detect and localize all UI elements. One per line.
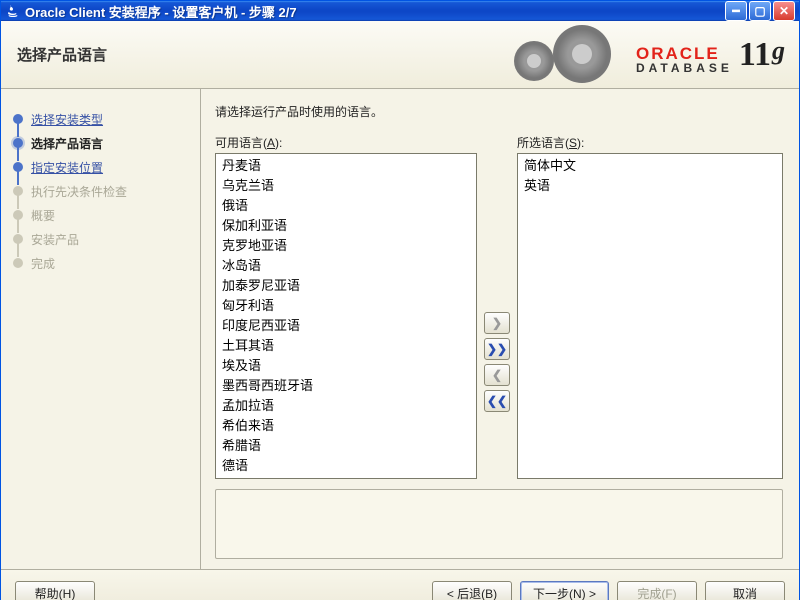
list-item[interactable]: 英语 <box>520 176 780 196</box>
selected-languages-column: 所选语言(S): 简体中文英语 <box>517 134 783 479</box>
footer: 帮助(H) < 后退(B) 下一步(N) > 完成(F) 取消 <box>1 569 799 600</box>
step-label[interactable]: 选择安装类型 <box>31 111 103 128</box>
list-item[interactable]: 土耳其语 <box>218 336 474 356</box>
oracle-brand: ORACLE DATABASE 11g <box>636 36 785 74</box>
back-button[interactable]: < 后退(B) <box>432 581 512 600</box>
help-button[interactable]: 帮助(H) <box>15 581 95 600</box>
header-branding: ORACLE DATABASE 11g <box>508 21 799 89</box>
main-panel: 请选择运行产品时使用的语言。 可用语言(A): 丹麦语乌克兰语俄语保加利亚语克罗… <box>201 89 799 569</box>
step-5: 安装产品 <box>9 227 190 251</box>
list-item[interactable]: 简体中文 <box>520 156 780 176</box>
remove-button[interactable]: ❮ <box>484 364 510 386</box>
list-item[interactable]: 丹麦语 <box>218 156 474 176</box>
list-item[interactable]: 俄语 <box>218 196 474 216</box>
minimize-button[interactable]: ━ <box>725 1 747 21</box>
list-item[interactable]: 德语 <box>218 456 474 476</box>
list-item[interactable]: 希腊语 <box>218 436 474 456</box>
step-label: 安装产品 <box>31 231 79 248</box>
page-title: 选择产品语言 <box>17 44 107 65</box>
transfer-buttons: ❯ ❯❯ ❮ ❮❮ <box>477 134 517 479</box>
maximize-button[interactable]: ▢ <box>749 1 771 21</box>
available-languages-label: 可用语言(A): <box>215 134 477 151</box>
wizard-sidebar: 选择安装类型选择产品语言指定安装位置执行先决条件检查概要安装产品完成 <box>1 89 201 569</box>
step-label: 执行先决条件检查 <box>31 183 127 200</box>
window-buttons: ━ ▢ ✕ <box>725 1 795 21</box>
list-item[interactable]: 印度尼西亚语 <box>218 316 474 336</box>
gears-graphic <box>508 21 628 89</box>
instruction-text: 请选择运行产品时使用的语言。 <box>215 103 783 120</box>
java-icon <box>5 3 21 19</box>
list-item[interactable]: 克罗地亚语 <box>218 236 474 256</box>
installer-window: Oracle Client 安装程序 - 设置客户机 - 步骤 2/7 ━ ▢ … <box>0 0 800 600</box>
list-item[interactable]: 希伯来语 <box>218 416 474 436</box>
step-3: 执行先决条件检查 <box>9 179 190 203</box>
brand-version: 11g <box>739 36 785 74</box>
add-button[interactable]: ❯ <box>484 312 510 334</box>
finish-button[interactable]: 完成(F) <box>617 581 697 600</box>
step-label: 概要 <box>31 207 55 224</box>
client-area: 选择产品语言 ORACLE DATABASE 11g 选择安装类 <box>1 21 799 600</box>
message-area <box>215 489 783 559</box>
brand-database-text: DATABASE <box>636 62 733 74</box>
step-1: 选择产品语言 <box>9 131 190 155</box>
available-languages-listbox[interactable]: 丹麦语乌克兰语俄语保加利亚语克罗地亚语冰岛语加泰罗尼亚语匈牙利语印度尼西亚语土耳… <box>215 153 477 479</box>
step-label[interactable]: 指定安装位置 <box>31 159 103 176</box>
list-item[interactable]: 冰岛语 <box>218 256 474 276</box>
page-header: 选择产品语言 ORACLE DATABASE 11g <box>1 21 799 89</box>
list-item[interactable]: 埃及语 <box>218 356 474 376</box>
available-languages-column: 可用语言(A): 丹麦语乌克兰语俄语保加利亚语克罗地亚语冰岛语加泰罗尼亚语匈牙利… <box>215 134 477 479</box>
step-dot-icon <box>13 258 23 268</box>
brand-oracle-text: ORACLE <box>636 45 733 62</box>
step-label: 选择产品语言 <box>31 135 103 152</box>
cancel-button[interactable]: 取消 <box>705 581 785 600</box>
remove-all-button[interactable]: ❮❮ <box>484 390 510 412</box>
list-item[interactable]: 乌克兰语 <box>218 176 474 196</box>
add-all-button[interactable]: ❯❯ <box>484 338 510 360</box>
window-title: Oracle Client 安装程序 - 设置客户机 - 步骤 2/7 <box>25 2 725 21</box>
list-item[interactable]: 保加利亚语 <box>218 216 474 236</box>
selected-languages-label: 所选语言(S): <box>517 134 783 151</box>
step-0[interactable]: 选择安装类型 <box>9 107 190 131</box>
step-2[interactable]: 指定安装位置 <box>9 155 190 179</box>
title-bar[interactable]: Oracle Client 安装程序 - 设置客户机 - 步骤 2/7 ━ ▢ … <box>1 1 799 21</box>
list-item[interactable]: 加泰罗尼亚语 <box>218 276 474 296</box>
next-button[interactable]: 下一步(N) > <box>520 581 609 600</box>
list-item[interactable]: 墨西哥西班牙语 <box>218 376 474 396</box>
body: 选择安装类型选择产品语言指定安装位置执行先决条件检查概要安装产品完成 请选择运行… <box>1 89 799 569</box>
close-button[interactable]: ✕ <box>773 1 795 21</box>
step-4: 概要 <box>9 203 190 227</box>
step-6: 完成 <box>9 251 190 275</box>
step-list: 选择安装类型选择产品语言指定安装位置执行先决条件检查概要安装产品完成 <box>9 107 190 275</box>
list-item[interactable]: 孟加拉语 <box>218 396 474 416</box>
selected-languages-listbox[interactable]: 简体中文英语 <box>517 153 783 479</box>
language-transfer-area: 可用语言(A): 丹麦语乌克兰语俄语保加利亚语克罗地亚语冰岛语加泰罗尼亚语匈牙利… <box>215 134 783 479</box>
list-item[interactable]: 匈牙利语 <box>218 296 474 316</box>
step-label: 完成 <box>31 255 55 272</box>
